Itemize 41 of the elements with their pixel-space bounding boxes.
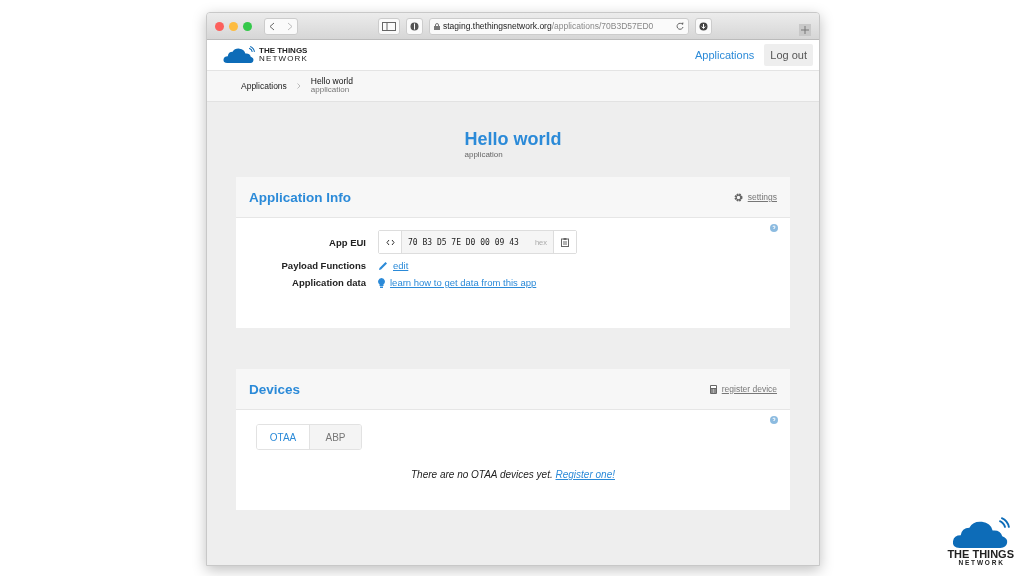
applications-link[interactable]: Applications [694, 49, 755, 61]
breadcrumb-subtitle: application [310, 85, 351, 95]
logo-text: THE THINGS [947, 548, 1014, 560]
cloud-logo-icon [951, 516, 1010, 549]
settings-link[interactable]: settings [747, 192, 777, 202]
logo-text: THE THINGS [259, 46, 308, 55]
address-bar[interactable]: staging.thethingsnetwork.org/applications/70B3D57ED0 [429, 17, 689, 35]
lightbulb-icon [378, 277, 385, 288]
breadcrumb-link[interactable]: Applications [241, 81, 287, 91]
register-device-link[interactable]: register device [721, 384, 777, 394]
logout-button[interactable]: Log out [764, 44, 813, 66]
clipboard-icon[interactable] [561, 237, 569, 247]
calculator-icon [709, 384, 717, 394]
lock-icon [434, 22, 440, 30]
sidebar-icon[interactable] [382, 21, 396, 31]
pencil-icon [378, 260, 388, 271]
reload-icon[interactable] [676, 22, 684, 30]
edit-link[interactable]: edit [393, 260, 409, 271]
back-forward-icon[interactable] [268, 21, 294, 31]
window-controls-icon[interactable] [215, 21, 252, 31]
register-link[interactable]: Register one! [555, 469, 615, 480]
field-label: Application data [291, 277, 366, 288]
device-type-tab[interactable]: ABP [309, 425, 361, 449]
data-help-link[interactable]: learn how to get data from this app [390, 277, 537, 288]
page-title: Hello world [464, 129, 562, 150]
page-subtitle: application [464, 150, 504, 159]
url-text: staging.thethingsnetwork.org/applications/70B3D57ED0 [443, 21, 654, 31]
chevron-icon [296, 83, 301, 89]
code-toggle-button[interactable] [379, 231, 402, 253]
eui-value: 70 B3 D5 7E D0 00 09 43 [407, 237, 520, 247]
field-label: Payload Functions [280, 260, 366, 271]
code-icon[interactable] [385, 238, 395, 246]
logo-subtext: N E T W O R K [259, 54, 308, 64]
card-title: Application Info [249, 189, 351, 205]
empty-message: There are no OTAA devices yet. Register one! [410, 469, 616, 480]
download-icon[interactable] [699, 21, 708, 31]
breadcrumb-current: Hello world [310, 77, 353, 86]
cloud-logo-icon [223, 46, 255, 64]
field-label: App EUI [328, 236, 366, 248]
settings-icon [733, 192, 743, 202]
card-title: Devices [249, 381, 301, 397]
